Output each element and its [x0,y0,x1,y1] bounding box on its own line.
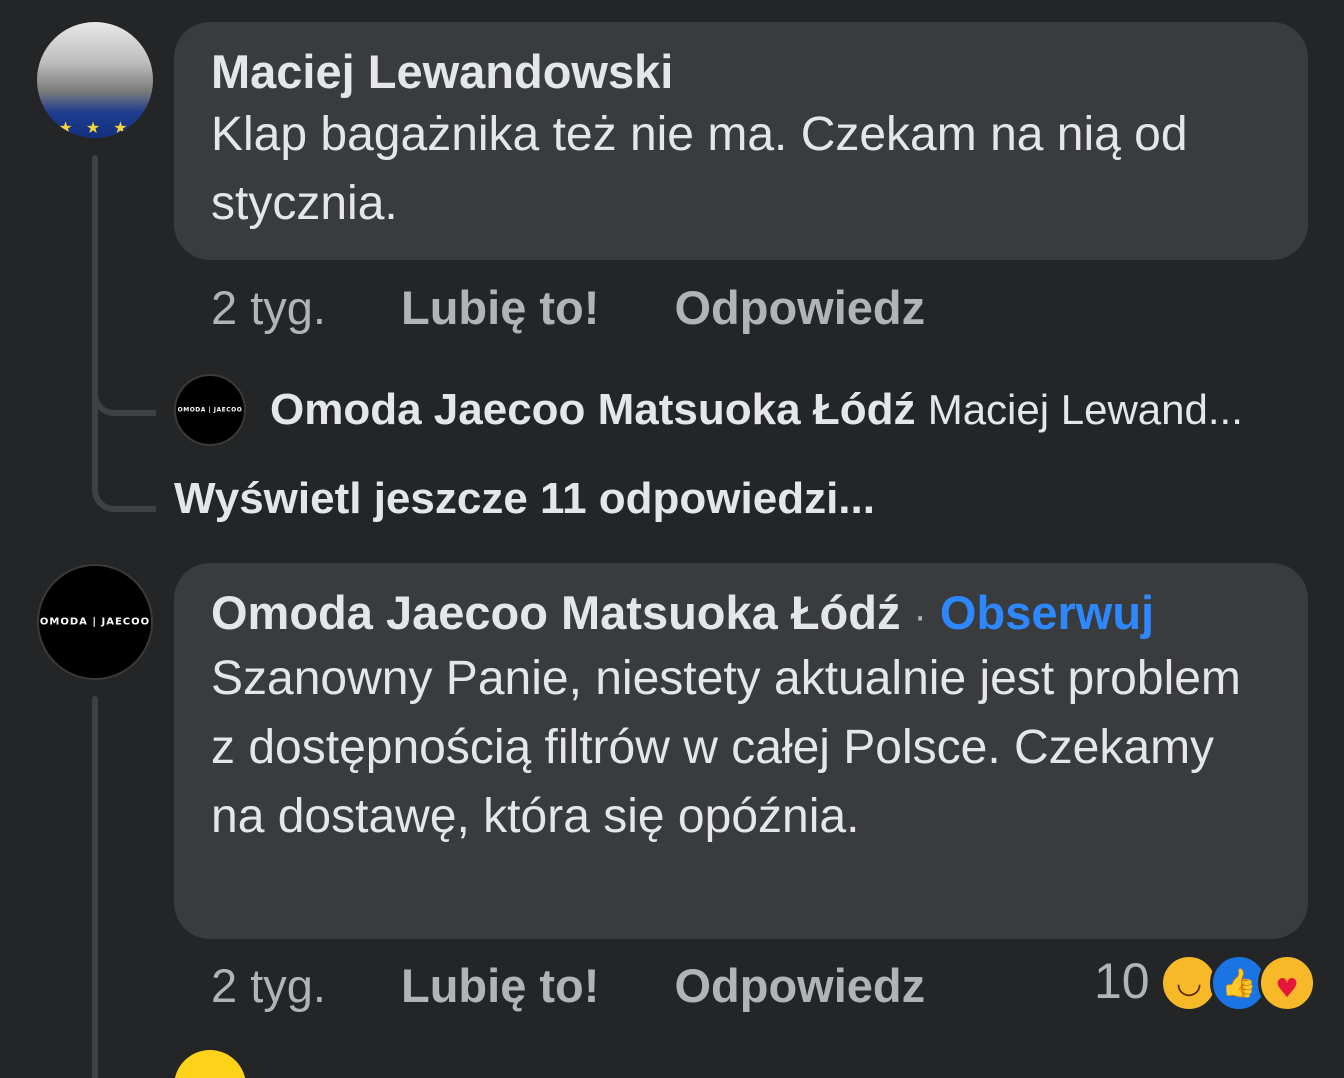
comment-author[interactable]: Maciej Lewandowski [211,44,1272,100]
view-more-replies-link[interactable]: Wyświetl jeszcze 11 odpowiedzi... [174,474,875,524]
avatar-logo-text: OMODA | JAECOO [39,616,151,628]
follow-button[interactable]: Obserwuj [940,586,1154,639]
reply-button[interactable]: Odpowiedz [674,958,925,1013]
reply-author[interactable]: Omoda Jaecoo Matsuoka Łódź [270,385,915,434]
thread-branch [92,460,156,512]
thread-line [92,155,98,473]
like-button[interactable]: Lubię to! [401,958,599,1013]
comment-actions: 2 tyg. Lubię to! Odpowiedz [211,958,925,1013]
care-icon: ♥ [1258,954,1316,1012]
comment-text: Szanowny Panie, niestety aktualnie jest … [211,652,1241,843]
thread-line [92,696,98,1078]
like-button[interactable]: Lubię to! [401,280,599,335]
reply-button[interactable]: Odpowiedz [674,280,925,335]
thread-branch [92,370,156,416]
comment-text: Klap bagażnika też nie ma. Czekam na nią… [211,108,1188,230]
avatar[interactable]: OMODA | JAECOO [174,374,246,446]
comment-actions: 2 tyg. Lubię to! Odpowiedz [211,280,925,335]
eu-stars-icon: ★ ★ ★ [58,118,132,137]
avatar[interactable] [174,1050,246,1078]
comment-author[interactable]: Omoda Jaecoo Matsuoka Łódź [211,586,900,639]
reaction-count: 10 [1094,953,1150,1009]
comment-bubble: Omoda Jaecoo Matsuoka Łódź · Obserwuj Sz… [174,563,1308,939]
reply-preview-text: Maciej Lewand... [927,386,1243,433]
comments-thread: ★ ★ ★ Maciej Lewandowski Klap bagażnika … [0,0,1344,1078]
avatar-logo-text: OMODA | JAECOO [177,406,243,414]
avatar[interactable]: OMODA | JAECOO [37,564,153,680]
comment-time[interactable]: 2 tyg. [211,280,326,335]
comment-bubble: Maciej Lewandowski Klap bagażnika też ni… [174,22,1308,260]
reply-preview[interactable]: Omoda Jaecoo Matsuoka Łódź Maciej Lewand… [270,385,1243,435]
comment-time[interactable]: 2 tyg. [211,958,326,1013]
comment-author-row: Omoda Jaecoo Matsuoka Łódź · Obserwuj [211,585,1272,644]
separator-dot: · [913,594,927,638]
avatar[interactable]: ★ ★ ★ [37,22,153,138]
